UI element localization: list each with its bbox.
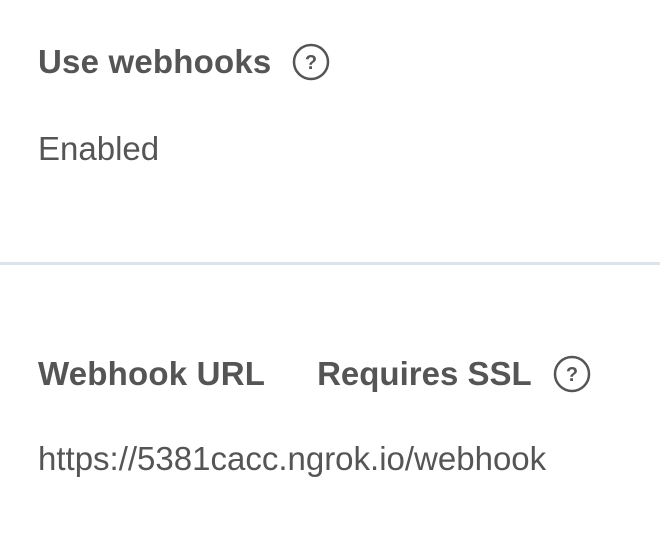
- use-webhooks-value: Enabled: [38, 130, 160, 167]
- question-circle-icon: ?: [553, 355, 590, 393]
- use-webhooks-label-row: Use webhooks ?: [38, 40, 660, 84]
- help-icon[interactable]: ?: [552, 354, 592, 394]
- webhook-url-label: Webhook URL: [38, 355, 266, 392]
- section-divider: [0, 262, 660, 265]
- requires-ssl-note: Requires SSL: [317, 355, 532, 392]
- webhook-url-label-row: Webhook URL Requires SSL ?: [38, 352, 660, 396]
- use-webhooks-setting: Use webhooks ? Enabled: [38, 40, 660, 171]
- svg-text:?: ?: [566, 364, 578, 386]
- use-webhooks-label: Use webhooks: [38, 43, 272, 80]
- webhook-url-setting: Webhook URL Requires SSL ? https://5381c…: [38, 352, 660, 481]
- webhook-url-value: https://5381cacc.ngrok.io/webhook: [38, 440, 547, 477]
- help-icon[interactable]: ?: [291, 42, 331, 82]
- question-circle-icon: ?: [293, 43, 330, 81]
- svg-text:?: ?: [305, 52, 317, 74]
